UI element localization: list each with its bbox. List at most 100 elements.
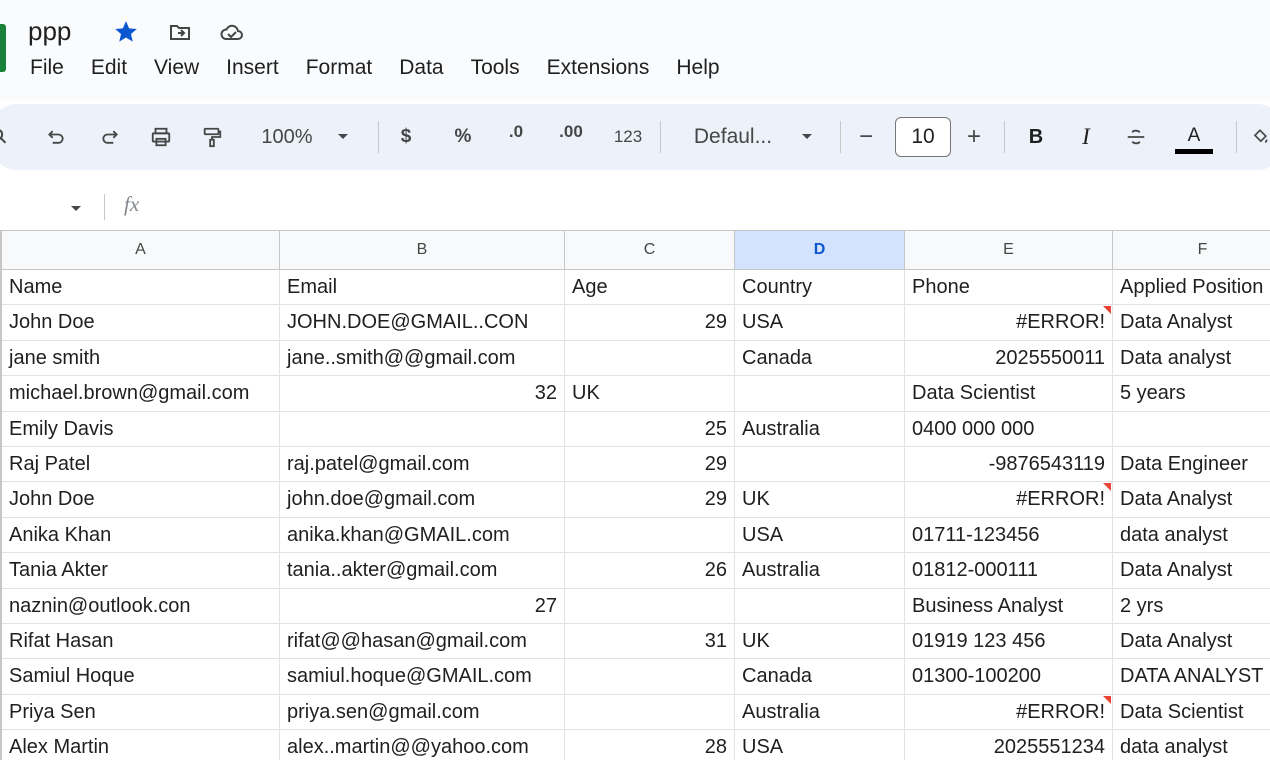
cell-b4[interactable]: 32 xyxy=(280,376,565,412)
menu-extensions[interactable]: Extensions xyxy=(547,56,650,80)
cell-e13[interactable]: #ERROR! xyxy=(905,694,1113,731)
column-header-b[interactable]: B xyxy=(280,230,565,270)
cell-f10[interactable]: 2 yrs xyxy=(1113,589,1270,624)
cell-e5[interactable]: 0400 000 000 xyxy=(905,411,1113,447)
cell-d11[interactable]: UK xyxy=(735,624,905,660)
cell-d3[interactable]: Canada xyxy=(735,340,905,377)
error-indicator-icon[interactable] xyxy=(1103,306,1111,315)
format-percent-button[interactable]: % xyxy=(452,104,474,170)
cell-d9[interactable]: Australia xyxy=(735,553,905,589)
menu-tools[interactable]: Tools xyxy=(471,56,520,80)
name-box-dropdown-icon[interactable] xyxy=(70,200,82,218)
cell-e3[interactable]: 2025550011 xyxy=(905,340,1113,377)
increase-decimal-button[interactable]: .00 xyxy=(554,104,588,170)
undo-icon[interactable] xyxy=(42,104,70,170)
search-menus-icon[interactable] xyxy=(0,104,14,170)
cloud-status-icon[interactable] xyxy=(218,18,246,46)
sheets-logo[interactable] xyxy=(0,24,6,72)
cell-c4[interactable]: UK xyxy=(565,376,735,412)
cell-a6[interactable]: Raj Patel xyxy=(2,447,280,483)
cell-c12[interactable] xyxy=(565,659,735,695)
menu-help[interactable]: Help xyxy=(676,56,719,80)
zoom-select[interactable]: 100% xyxy=(254,104,320,170)
cell-e2[interactable]: #ERROR! xyxy=(905,305,1113,341)
spreadsheet-grid[interactable]: A B C D E F Name Email Age Country Phone Applied Po… xyxy=(0,230,1270,760)
cell-b12[interactable]: samiul.hoque@GMAIL.com xyxy=(280,659,565,695)
cell-e7[interactable]: #ERROR! xyxy=(905,482,1113,518)
text-color-button[interactable]: A xyxy=(1174,104,1214,170)
cell-b10[interactable]: 27 xyxy=(280,588,565,624)
format-currency-button[interactable]: $ xyxy=(396,104,416,170)
redo-icon[interactable] xyxy=(96,104,124,170)
cell-f5[interactable] xyxy=(1113,412,1270,447)
cell-e1[interactable]: Phone xyxy=(905,270,1113,306)
print-icon[interactable] xyxy=(146,104,176,170)
cell-e6[interactable]: -9876543119 xyxy=(905,447,1113,483)
menu-data[interactable]: Data xyxy=(399,56,443,80)
cell-a14[interactable]: Alex Martin xyxy=(2,730,280,760)
cell-b14[interactable]: alex..martin@@yahoo.com xyxy=(280,730,565,760)
cell-c5[interactable]: 25 xyxy=(565,411,735,447)
cell-d7[interactable]: UK xyxy=(735,482,905,518)
cell-d5[interactable]: Australia xyxy=(735,411,905,447)
cell-b7[interactable]: john.doe@gmail.com xyxy=(280,482,565,518)
cell-e4[interactable]: Data Scientist xyxy=(905,376,1113,412)
menu-edit[interactable]: Edit xyxy=(91,56,127,80)
cell-b11[interactable]: rifat@@hasan@gmail.com xyxy=(280,624,565,660)
cell-c1[interactable]: Age xyxy=(565,270,735,306)
cell-f7[interactable]: Data Analyst xyxy=(1113,482,1270,518)
cell-d6[interactable] xyxy=(735,447,905,483)
cell-a5[interactable]: Emily Davis xyxy=(2,411,280,447)
cell-a2[interactable]: John Doe xyxy=(2,305,280,341)
cell-c2[interactable]: 29 xyxy=(565,305,735,341)
cell-a3[interactable]: jane smith xyxy=(2,340,280,377)
cell-f14[interactable]: data analyst xyxy=(1113,730,1270,760)
cell-f4[interactable]: 5 years xyxy=(1113,376,1270,412)
cell-b1[interactable]: Email xyxy=(280,270,565,306)
cell-f13[interactable]: Data Scientist xyxy=(1113,695,1270,731)
more-formats-button[interactable]: 123 xyxy=(610,104,646,170)
menu-insert[interactable]: Insert xyxy=(226,56,279,80)
cell-c13[interactable] xyxy=(565,694,735,731)
decrease-decimal-button[interactable]: .0 xyxy=(502,104,530,170)
zoom-dropdown-icon[interactable] xyxy=(334,104,352,170)
cell-c11[interactable]: 31 xyxy=(565,624,735,660)
column-header-e[interactable]: E xyxy=(905,230,1113,270)
cell-b5[interactable] xyxy=(280,411,565,447)
cell-d14[interactable]: USA xyxy=(735,730,905,760)
cell-b2[interactable]: JOHN.DOE@GMAIL..CON xyxy=(280,305,565,341)
cell-d13[interactable]: Australia xyxy=(735,694,905,731)
cell-d8[interactable]: USA xyxy=(735,517,905,554)
cell-f1[interactable]: Applied Position xyxy=(1113,270,1270,306)
cell-e14[interactable]: 2025551234 xyxy=(905,730,1113,760)
cell-f11[interactable]: Data Analyst xyxy=(1113,624,1270,660)
column-header-c[interactable]: C xyxy=(565,230,735,270)
cell-d12[interactable]: Canada xyxy=(735,659,905,695)
cell-d10[interactable] xyxy=(735,588,905,624)
strikethrough-icon[interactable] xyxy=(1122,104,1150,170)
cell-a4[interactable]: michael.brown@gmail.com xyxy=(2,376,280,412)
cell-a7[interactable]: John Doe xyxy=(2,482,280,518)
bold-button[interactable]: B xyxy=(1026,104,1046,170)
column-header-a[interactable]: A xyxy=(2,230,280,270)
cell-b8[interactable]: anika.khan@GMAIL.com xyxy=(280,517,565,554)
cell-c10[interactable] xyxy=(565,588,735,624)
cell-e11[interactable]: 01919 123 456 xyxy=(905,624,1113,660)
cell-f8[interactable]: data analyst xyxy=(1113,518,1270,554)
cell-c3[interactable] xyxy=(565,340,735,377)
cell-f2[interactable]: Data Analyst xyxy=(1113,305,1270,341)
cell-c14[interactable]: 28 xyxy=(565,730,735,760)
cell-a9[interactable]: Tania Akter xyxy=(2,553,280,589)
cell-a13[interactable]: Priya Sen xyxy=(2,694,280,731)
cell-a1[interactable]: Name xyxy=(2,270,280,306)
fill-color-icon[interactable] xyxy=(1248,104,1270,170)
increase-font-size-button[interactable]: + xyxy=(962,104,986,170)
error-indicator-icon[interactable] xyxy=(1103,695,1111,704)
font-size-input[interactable]: 10 xyxy=(895,117,951,157)
menu-file[interactable]: File xyxy=(30,56,64,80)
decrease-font-size-button[interactable]: − xyxy=(854,104,878,170)
move-to-folder-icon[interactable] xyxy=(166,18,194,46)
italic-button[interactable]: I xyxy=(1076,104,1096,170)
cell-e10[interactable]: Business Analyst xyxy=(905,588,1113,624)
cell-f12[interactable]: DATA ANALYST xyxy=(1113,659,1270,695)
